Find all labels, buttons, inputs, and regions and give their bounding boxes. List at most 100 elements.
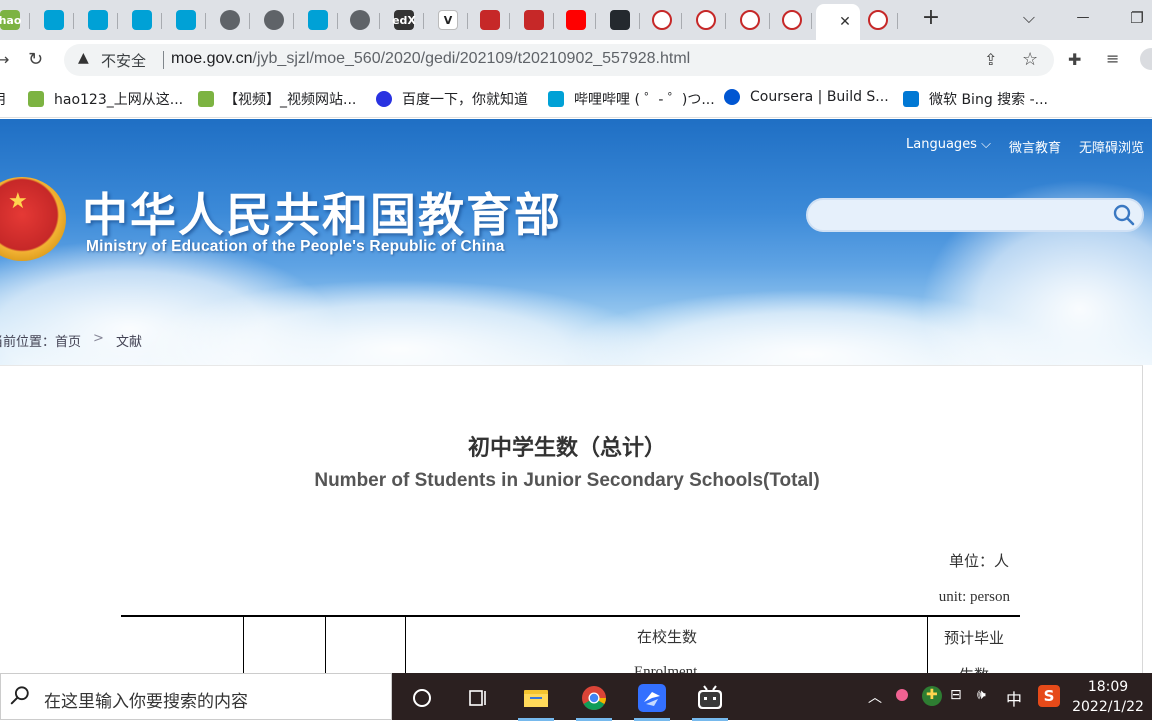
sogou-ime-icon[interactable]: S bbox=[1038, 685, 1060, 707]
volume-icon[interactable]: 🕪 bbox=[977, 687, 986, 703]
security-shield-icon[interactable]: ✚ bbox=[922, 686, 942, 706]
site-search-input[interactable] bbox=[806, 198, 1144, 232]
bookmark-item[interactable]: 微软 Bing 搜索 -... bbox=[903, 89, 1048, 109]
cortana-icon[interactable] bbox=[400, 678, 444, 718]
header-links: Languages ⌵ 微言教育 无障碍浏览 bbox=[906, 137, 1144, 156]
browser-tab[interactable] bbox=[254, 4, 294, 36]
bookmark-label: 百度一下，你就知道 bbox=[402, 92, 528, 108]
browser-tab[interactable] bbox=[340, 4, 380, 36]
coursera-icon bbox=[724, 89, 740, 105]
breadcrumb: 当前位置：首页 > 文献 bbox=[0, 331, 142, 350]
clock-time: 18:09 bbox=[1087, 679, 1129, 695]
chrome-icon[interactable] bbox=[572, 678, 616, 721]
browser-tab[interactable] bbox=[642, 4, 682, 36]
browser-tab[interactable] bbox=[730, 4, 770, 36]
browser-tab[interactable] bbox=[514, 4, 554, 36]
warning-icon[interactable]: ▲ bbox=[78, 50, 89, 66]
moe-icon bbox=[696, 10, 716, 30]
taskbar-search-placeholder: 在这里输入你要搜索的内容 bbox=[44, 692, 248, 712]
file-explorer-icon[interactable] bbox=[514, 678, 558, 721]
insecure-label[interactable]: 不安全 bbox=[101, 50, 146, 71]
search-icon[interactable] bbox=[1112, 203, 1136, 227]
accessible-link[interactable]: 无障碍浏览 bbox=[1079, 137, 1144, 156]
bookmarks-bar: 用 hao123_上网从这... 【视频】_视频网站... 百度一下，你就知道 哔哩哔哩… bbox=[0, 80, 1152, 118]
system-clock[interactable]: 18:09 2022/1/22 bbox=[1072, 677, 1144, 717]
languages-menu[interactable]: Languages ⌵ bbox=[906, 137, 991, 156]
bookmark-item[interactable]: hao123_上网从这... bbox=[28, 89, 183, 109]
bookmark-label: 微软 Bing 搜索 -... bbox=[929, 92, 1049, 108]
clock-date: 2022/1/22 bbox=[1072, 699, 1144, 715]
hao123-icon bbox=[28, 91, 44, 107]
table-column-divider bbox=[325, 616, 326, 673]
unit-label-en: unit: person bbox=[938, 589, 1010, 605]
browser-tab[interactable] bbox=[210, 4, 250, 36]
task-view-icon[interactable] bbox=[456, 678, 500, 718]
browser-tab[interactable]: V bbox=[428, 4, 468, 36]
browser-tab[interactable] bbox=[122, 4, 162, 36]
browser-tab[interactable] bbox=[686, 4, 726, 36]
bilibili-app-icon[interactable] bbox=[688, 678, 732, 721]
moe-icon bbox=[740, 10, 760, 30]
active-browser-tab[interactable]: ✕ bbox=[816, 4, 860, 40]
address-bar[interactable]: ▲ 不安全 moe.gov.cn/jyb_sjzl/moe_560/2020/g… bbox=[64, 44, 1054, 76]
browser-toolbar: → ↻ ▲ 不安全 moe.gov.cn/jyb_sjzl/moe_560/20… bbox=[0, 40, 1152, 80]
v-icon: V bbox=[438, 10, 458, 30]
search-icon bbox=[10, 686, 29, 705]
browser-tab[interactable] bbox=[858, 4, 898, 36]
bilibili-icon bbox=[176, 10, 196, 30]
breadcrumb-home[interactable]: 首页 bbox=[55, 335, 81, 350]
bookmark-label: Coursera | Build S... bbox=[750, 89, 889, 105]
hao123-icon bbox=[198, 91, 214, 107]
browser-tab[interactable] bbox=[470, 4, 510, 36]
bookmark-label: hao123_上网从这... bbox=[54, 92, 184, 108]
browser-tab[interactable] bbox=[772, 4, 812, 36]
url-text[interactable]: moe.gov.cn/jyb_sjzl/moe_560/2020/gedi/20… bbox=[171, 50, 690, 68]
browser-tab[interactable] bbox=[166, 4, 206, 36]
unit-label-cn: 单位：人 bbox=[948, 554, 1009, 570]
reload-icon[interactable]: ↻ bbox=[28, 49, 43, 70]
browser-tab[interactable] bbox=[600, 4, 640, 36]
feishu-icon[interactable] bbox=[630, 678, 674, 721]
web-page: Languages ⌵ 微言教育 无障碍浏览 ★ 中华人民共和国教育部 Mini… bbox=[0, 119, 1152, 673]
minimize-icon[interactable]: — bbox=[1068, 6, 1098, 30]
close-tab-icon[interactable]: ✕ bbox=[839, 14, 851, 30]
bookmark-item[interactable]: 哔哩哔哩 ( ゜- ゜)つ... bbox=[548, 89, 715, 109]
profile-avatar[interactable] bbox=[1140, 48, 1152, 70]
tab-search-icon[interactable]: ⌵ bbox=[1014, 6, 1044, 30]
windows-taskbar: 在这里输入你要搜索的内容 ︿ ✚ ⊟ 🕪 中 S 18:09 2022/1/22 bbox=[0, 673, 1152, 721]
show-hidden-icons-icon[interactable]: ︿ bbox=[868, 687, 882, 707]
extensions-icon[interactable]: ✚ bbox=[1068, 50, 1081, 69]
url-path: /jyb_sjzl/moe_560/2020/gedi/202109/t2021… bbox=[252, 50, 691, 67]
bookmark-item[interactable]: 【视频】_视频网站... bbox=[198, 89, 356, 109]
browser-tab[interactable] bbox=[34, 4, 74, 36]
restore-icon[interactable]: ❐ bbox=[1122, 6, 1152, 30]
bookmark-star-icon[interactable]: ☆ bbox=[1022, 49, 1038, 70]
weiyan-link[interactable]: 微言教育 bbox=[1009, 137, 1061, 156]
new-tab-icon[interactable]: + bbox=[916, 6, 946, 30]
bilibili-icon bbox=[88, 10, 108, 30]
bookmark-item[interactable]: Coursera | Build S... bbox=[724, 89, 889, 105]
site-title-en[interactable]: Ministry of Education of the People's Re… bbox=[86, 238, 505, 256]
breadcrumb-current[interactable]: 文献 bbox=[116, 331, 142, 350]
network-icon[interactable]: ⊟ bbox=[950, 687, 962, 703]
bookmark-label: 哔哩哔哩 ( ゜- ゜)つ... bbox=[574, 92, 715, 108]
forward-icon[interactable]: → bbox=[0, 50, 9, 69]
share-icon[interactable]: ⇪ bbox=[984, 50, 997, 69]
baidu-icon bbox=[376, 91, 392, 107]
ime-indicator[interactable]: 中 bbox=[1006, 686, 1022, 710]
browser-tab[interactable] bbox=[556, 4, 596, 36]
reading-list-icon[interactable]: ≡ bbox=[1106, 49, 1119, 68]
page-title: 初中学生数（总计） bbox=[467, 436, 666, 461]
xmind-icon bbox=[524, 10, 544, 30]
taskbar-search-input[interactable]: 在这里输入你要搜索的内容 bbox=[0, 673, 392, 720]
browser-tab[interactable]: edX bbox=[384, 4, 424, 36]
browser-tab[interactable]: hao bbox=[0, 4, 30, 36]
site-title-cn[interactable]: 中华人民共和国教育部 bbox=[82, 179, 562, 245]
bookmark-label: 【视频】_视频网站... bbox=[224, 92, 357, 108]
notification-dot-icon[interactable] bbox=[896, 689, 908, 701]
browser-tab[interactable] bbox=[298, 4, 338, 36]
bookmark-item[interactable]: 用 bbox=[0, 89, 6, 109]
browser-tab[interactable] bbox=[78, 4, 118, 36]
bookmark-item[interactable]: 百度一下，你就知道 bbox=[376, 89, 528, 109]
page-subtitle: Number of Students in Junior Secondary S… bbox=[314, 470, 820, 491]
